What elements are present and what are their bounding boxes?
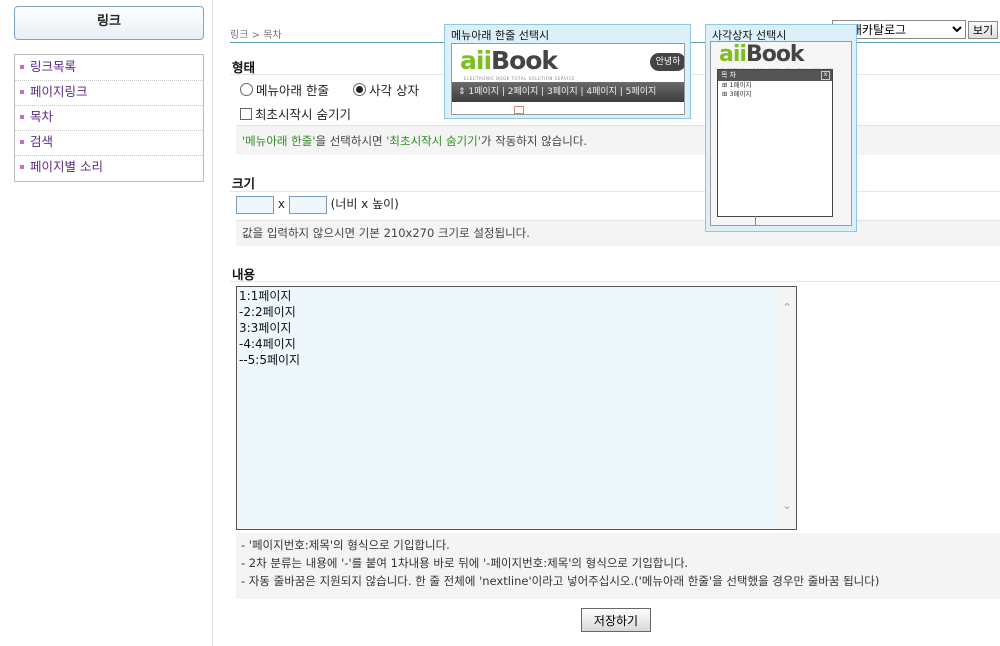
toc-item: ⊞ 1페이지	[722, 81, 752, 89]
sidebar-item-label: 검색	[30, 134, 54, 149]
sidebar-item-page-sound[interactable]: 페이지별 소리	[15, 156, 203, 180]
aiibook-logo: aiiBook	[719, 42, 805, 67]
bullet-icon	[20, 139, 24, 144]
bullet-icon	[20, 164, 24, 169]
save-button[interactable]: 저장하기	[581, 608, 651, 632]
bullet-icon	[20, 114, 24, 119]
logo-subtitle: ELECTRONIC BOOK TOTAL SOLUTION SERVICE	[464, 76, 576, 81]
left-pane: 링크 링크목록 페이지링크 목차 검색 페이지별 소리	[0, 0, 213, 646]
preview-title: 메뉴아래 한줄 선택시	[451, 29, 550, 42]
radio-menu-line[interactable]: 메뉴아래 한줄	[240, 83, 329, 98]
content-textarea[interactable]: 1:1페이지 -2:2페이지 3:3페이지 -4:4페이지 --5:5페이지	[236, 286, 797, 530]
type-note: '메뉴아래 한줄'을 선택하시면 '최초시작시 숨기기'가 작동하지 않습니다.	[236, 125, 1000, 155]
sidebar-item-label: 페이지별 소리	[30, 159, 103, 174]
note-highlight: '메뉴아래 한줄'	[242, 134, 316, 148]
preview-menu-line: 메뉴아래 한줄 선택시 aiiBook ELECTRONIC BOOK TOTA…	[444, 24, 691, 119]
breadcrumb: 링크 > 목차	[230, 30, 282, 41]
type-radio-group: 메뉴아래 한줄 사각 상자	[240, 80, 419, 99]
preview-menu-bar: ⇕ 1페이지 | 2페이지 | 3페이지 | 4페이지 | 5페이지	[452, 82, 684, 102]
checkbox-label: 최초시작시 숨기기	[255, 107, 351, 122]
bullet-icon	[20, 64, 24, 69]
radio-label: 사각 상자	[368, 83, 419, 98]
sidebar-item-label: 페이지링크	[30, 84, 88, 99]
note-text: 가 작동하지 않습니다.	[480, 134, 588, 148]
note-text: 을 선택하시면	[315, 134, 387, 148]
toc-panel-title: 목 차	[721, 71, 737, 79]
hide-on-start-checkbox-row[interactable]: 최초시작시 숨기기	[240, 104, 351, 123]
sidebar-title: 링크	[14, 6, 204, 40]
width-input[interactable]	[236, 195, 274, 214]
size-hint: (너비 x 높이)	[330, 197, 399, 211]
scroll-up-icon[interactable]: ⌃	[778, 301, 796, 315]
toc-item: ⊞ 3페이지	[722, 90, 752, 98]
aiibook-logo: aiiBook	[460, 46, 558, 75]
preview-square-box: 사각상자 선택시 aiiBook ELECTRONIC BOOK TOTAL S…	[705, 24, 857, 232]
radio-button-selected[interactable]	[352, 83, 366, 96]
content-guide: - '페이지번호:제목'의 형식으로 기입합니다. - 2차 분류는 내용에 '…	[236, 533, 1000, 599]
note-highlight: '최초시작시 숨기기'	[386, 134, 481, 148]
sidebar-item-label: 링크목록	[30, 59, 77, 74]
preview-marker	[514, 106, 524, 114]
preview-mock: aiiBook ELECTRONIC BOOK TOTAL SOLUTION S…	[710, 41, 852, 226]
radio-label: 메뉴아래 한줄	[256, 83, 329, 98]
sidebar-item-link-list[interactable]: 링크목록	[15, 56, 203, 81]
guide-line: - 자동 줄바꿈은 지원되지 않습니다. 한 줄 전체에 'nextline'이…	[241, 574, 880, 588]
radio-square-box[interactable]: 사각 상자	[352, 83, 419, 98]
sidebar-item-label: 목차	[30, 109, 54, 124]
content-scrollbar[interactable]: ⌃ ⌄	[778, 287, 796, 529]
toc-panel-header: 목 차 x	[718, 70, 832, 81]
guide-line: - '페이지번호:제목'의 형식으로 기입합니다.	[241, 538, 450, 552]
height-input[interactable]	[288, 195, 327, 214]
sidebar-item-page-link[interactable]: 페이지링크	[15, 81, 203, 106]
sidebar-item-search[interactable]: 검색	[15, 131, 203, 156]
preview-toc-panel: 목 차 x ⊞ 1페이지 ⊞ 3페이지	[717, 69, 833, 217]
divider	[230, 281, 1000, 282]
view-button[interactable]: 보기	[968, 21, 998, 39]
guide-line: - 2차 분류는 내용에 '-'를 붙여 1차내용 바로 뒤에 '-페이지번호:…	[241, 556, 689, 570]
preview-mock: aiiBook ELECTRONIC BOOK TOTAL SOLUTION S…	[451, 43, 685, 115]
divider	[230, 191, 1000, 192]
bullet-icon	[20, 89, 24, 94]
sidebar-item-toc[interactable]: 목차	[15, 106, 203, 131]
greeting-badge: 안녕하	[650, 53, 684, 71]
checkbox[interactable]	[240, 108, 252, 120]
size-heading: 크기	[232, 176, 256, 191]
scroll-down-icon[interactable]: ⌄	[778, 499, 796, 513]
size-note: 값을 입력하지 않으시면 기본 210x270 크기로 설정됩니다.	[236, 220, 1000, 246]
times-sign: x	[277, 197, 285, 211]
size-row: x (너비 x 높이)	[236, 195, 399, 214]
close-icon: x	[821, 71, 830, 80]
sidebar-menu: 링크목록 페이지링크 목차 검색 페이지별 소리	[14, 54, 204, 182]
radio-button[interactable]	[240, 83, 253, 96]
preview-divider	[755, 216, 756, 225]
